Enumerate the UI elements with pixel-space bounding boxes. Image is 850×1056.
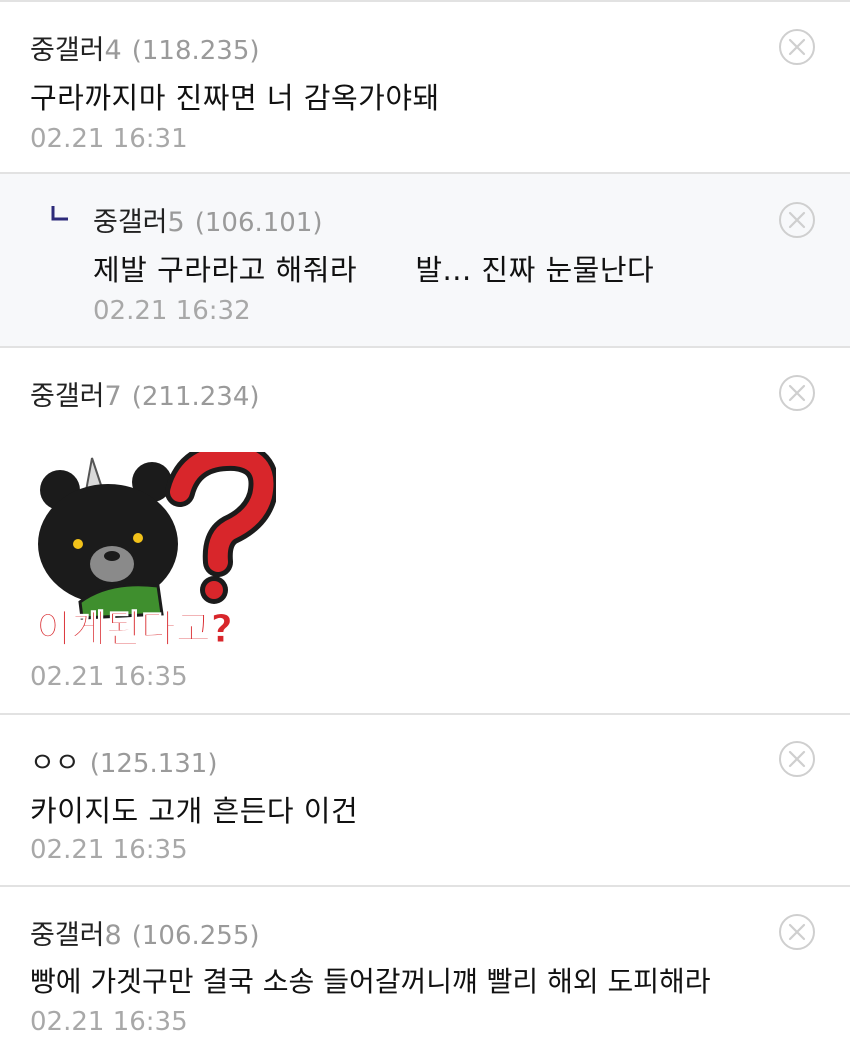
reply-arrow-icon bbox=[51, 206, 68, 221]
close-circle-icon[interactable] bbox=[778, 740, 816, 778]
comment-ip: (106.255) bbox=[131, 921, 260, 951]
comment-date: 02.21 16:35 bbox=[30, 662, 188, 692]
comment-header: 중갤러4 (118.235) bbox=[30, 28, 260, 67]
comment-date: 02.21 16:31 bbox=[30, 124, 188, 154]
comment-ip: (211.234) bbox=[131, 382, 260, 412]
comment-nickname[interactable]: 중갤러 bbox=[30, 381, 105, 412]
comment-header: 중갤러8 (106.255) bbox=[30, 913, 260, 952]
comment-date: 02.21 16:35 bbox=[30, 1007, 188, 1037]
comment-item: 중갤러8 (106.255) 빵에 가겟구만 결국 소송 들어갈꺼니꺠 빨리 해외… bbox=[0, 887, 850, 1056]
sticker-image: 이게된다고? bbox=[36, 452, 276, 648]
comment-list: 중갤러4 (118.235) 구라까지마 진짜면 너 감옥가야돼 02.21 16… bbox=[0, 0, 850, 1056]
comment-header: 중갤러5 (106.101) bbox=[93, 200, 323, 239]
comment-ip: (118.235) bbox=[131, 36, 260, 66]
comment-nickname-number: 7 bbox=[104, 381, 122, 412]
close-circle-icon[interactable] bbox=[778, 374, 816, 412]
reply-item: 중갤러5 (106.101) 제발 구라라고 해줘라 발... 진짜 눈물난다 0… bbox=[0, 174, 850, 348]
comment-text: 빵에 가겟구만 결국 소송 들어갈꺼니꺠 빨리 해외 도피해라 bbox=[30, 965, 711, 998]
comment-nickname[interactable]: 중갤러 bbox=[93, 207, 168, 238]
comment-text: 카이지도 고개 흔든다 이건 bbox=[30, 794, 359, 828]
comment-header: ㅇㅇ (125.131) bbox=[30, 741, 218, 780]
comment-nickname[interactable]: ㅇㅇ bbox=[30, 748, 80, 779]
comment-ip: (106.101) bbox=[194, 208, 323, 238]
comment-nickname[interactable]: 중갤러 bbox=[30, 35, 105, 66]
comment-nickname-number: 8 bbox=[104, 920, 122, 951]
close-circle-icon[interactable] bbox=[778, 913, 816, 951]
comment-text: 제발 구라라고 해줘라 발... 진짜 눈물난다 bbox=[93, 253, 655, 287]
comment-ip: (125.131) bbox=[89, 749, 218, 779]
close-circle-icon[interactable] bbox=[778, 28, 816, 66]
comment-date: 02.21 16:32 bbox=[93, 296, 251, 326]
comment-header: 중갤러7 (211.234) bbox=[30, 374, 260, 413]
comment-nickname-number: 5 bbox=[167, 207, 185, 238]
comment-nickname[interactable]: 중갤러 bbox=[30, 920, 105, 951]
close-circle-icon[interactable] bbox=[778, 201, 816, 239]
comment-text: 구라까지마 진짜면 너 감옥가야돼 bbox=[30, 81, 440, 115]
sticker-caption: 이게된다고? bbox=[36, 607, 233, 648]
comment-item: 중갤러4 (118.235) 구라까지마 진짜면 너 감옥가야돼 02.21 16… bbox=[0, 2, 850, 174]
comment-nickname-number: 4 bbox=[104, 35, 122, 66]
comment-item: ㅇㅇ (125.131) 카이지도 고개 흔든다 이건 02.21 16:35 bbox=[0, 715, 850, 887]
comment-item: 중갤러7 (211.234) 이게된다고? 02.21 16:35 bbox=[0, 348, 850, 715]
comment-date: 02.21 16:35 bbox=[30, 835, 188, 865]
